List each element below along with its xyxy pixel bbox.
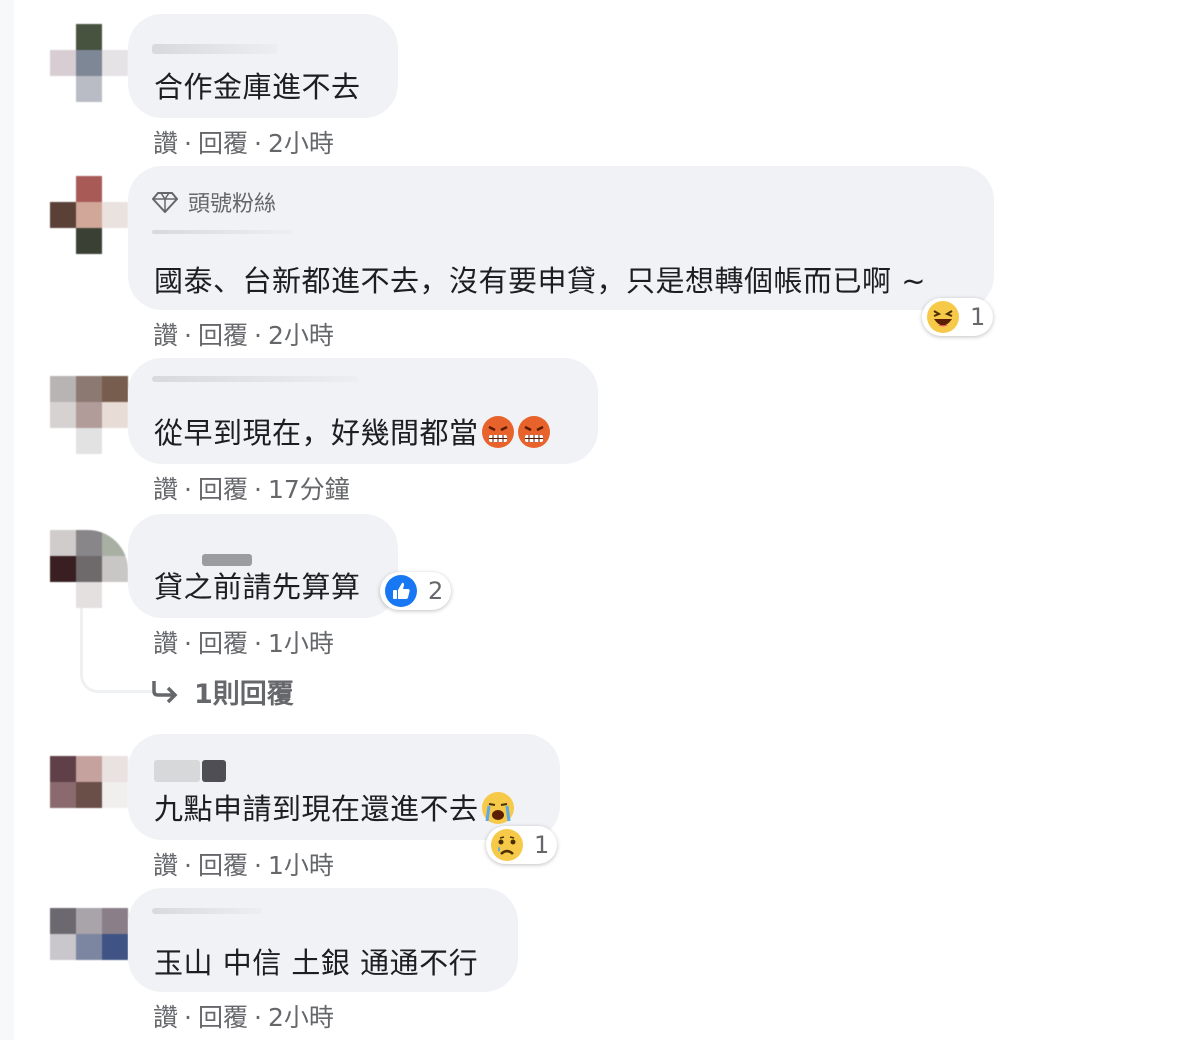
- comment-timestamp[interactable]: 2小時: [268, 321, 334, 350]
- comment-text-body: 九點申請到現在還進不去: [154, 792, 479, 826]
- comment-timestamp[interactable]: 1小時: [268, 629, 334, 658]
- view-replies-link[interactable]: 1則回覆: [150, 672, 294, 711]
- comment-timestamp[interactable]: 1小時: [268, 851, 334, 880]
- like-reaction-icon: [385, 575, 417, 607]
- replies-label: 1則回覆: [194, 679, 294, 710]
- like-link[interactable]: 讚: [153, 1003, 178, 1032]
- top-fan-label: 頭號粉絲: [188, 192, 277, 217]
- comment-timestamp[interactable]: 17分鐘: [268, 475, 350, 504]
- reaction-count: 1: [970, 303, 986, 331]
- reaction-summary[interactable]: 1: [922, 298, 994, 336]
- reaction-summary[interactable]: 1: [486, 826, 558, 864]
- separator-dot: ·: [184, 321, 192, 350]
- like-link[interactable]: 讚: [153, 129, 178, 158]
- comment-bubble: 合作金庫進不去: [128, 14, 398, 118]
- diamond-icon: [152, 192, 178, 213]
- reaction-count: 1: [534, 831, 550, 859]
- reply-link[interactable]: 回覆: [198, 629, 248, 658]
- avatar[interactable]: [50, 908, 128, 986]
- separator-dot: ·: [184, 475, 192, 504]
- separator-dot: ·: [253, 321, 262, 350]
- commenter-name-redacted[interactable]: [152, 230, 292, 234]
- reply-arrow-icon: [152, 680, 178, 703]
- commenter-name-redacted[interactable]: [154, 760, 200, 782]
- comment-timestamp[interactable]: 2小時: [268, 129, 334, 158]
- comment-text: 從早到現在，好幾間都當: [154, 410, 551, 456]
- comment-bubble: 玉山 中信 土銀 通通不行: [128, 888, 518, 992]
- comment-actions: 讚 · 回覆 · 2小時: [153, 124, 334, 160]
- avatar[interactable]: [50, 756, 128, 834]
- separator-dot: ·: [184, 1003, 192, 1032]
- commenter-name-redacted[interactable]: [152, 908, 262, 914]
- reply-link[interactable]: 回覆: [198, 321, 248, 350]
- comment-actions: 讚 · 回覆 · 2小時: [153, 998, 334, 1034]
- like-link[interactable]: 讚: [153, 629, 178, 658]
- sad-emoji-icon: [491, 829, 523, 861]
- reply-link[interactable]: 回覆: [198, 851, 248, 880]
- avatar[interactable]: [50, 530, 128, 608]
- comment-text: 貸之前請先算算: [154, 570, 361, 604]
- separator-dot: ·: [184, 851, 192, 880]
- avatar[interactable]: [50, 24, 128, 102]
- reaction-count: 2: [428, 577, 444, 605]
- comment-text-body: 從早到現在，好幾間都當: [154, 416, 479, 450]
- comment-actions: 讚 · 回覆 · 17分鐘: [153, 470, 350, 506]
- angry-face-icon: [481, 415, 515, 456]
- comment-bubble: 九點申請到現在還進不去: [128, 734, 560, 840]
- reply-link[interactable]: 回覆: [198, 1003, 248, 1032]
- top-fan-badge[interactable]: 頭號粉絲: [152, 186, 276, 218]
- comment-actions: 讚 · 回覆 · 1小時: [153, 846, 334, 882]
- commenter-name-redacted[interactable]: [152, 44, 278, 54]
- commenter-name-redacted[interactable]: [202, 760, 226, 782]
- haha-emoji-icon: [927, 301, 959, 333]
- separator-dot: ·: [184, 129, 192, 158]
- angry-face-icon: [517, 415, 551, 456]
- thread-connector: [80, 600, 153, 693]
- separator-dot: ·: [253, 629, 262, 658]
- separator-dot: ·: [253, 475, 262, 504]
- separator-dot: ·: [184, 629, 192, 658]
- separator-dot: ·: [253, 129, 262, 158]
- comment-text: 合作金庫進不去: [154, 70, 361, 104]
- like-link[interactable]: 讚: [153, 475, 178, 504]
- comment-text: 玉山 中信 土銀 通通不行: [154, 946, 479, 980]
- reply-link[interactable]: 回覆: [198, 475, 248, 504]
- like-link[interactable]: 讚: [153, 321, 178, 350]
- commenter-name-redacted[interactable]: [152, 376, 358, 382]
- comment-text: 九點申請到現在還進不去: [154, 786, 515, 832]
- comment-bubble: 從早到現在，好幾間都當: [128, 358, 598, 464]
- avatar[interactable]: [50, 376, 128, 454]
- comment-actions: 讚 · 回覆 · 1小時: [153, 624, 334, 660]
- comment-bubble: 頭號粉絲 國泰、台新都進不去，沒有要申貸，只是想轉個帳而已啊 ~: [128, 166, 994, 310]
- reply-link[interactable]: 回覆: [198, 129, 248, 158]
- comment-actions: 讚 · 回覆 · 2小時: [153, 316, 334, 352]
- comment-bubble: 貸之前請先算算: [128, 514, 398, 618]
- comment-timestamp[interactable]: 2小時: [268, 1003, 334, 1032]
- separator-dot: ·: [253, 1003, 262, 1032]
- avatar[interactable]: [50, 176, 128, 254]
- separator-dot: ·: [253, 851, 262, 880]
- comment-text: 國泰、台新都進不去，沒有要申貸，只是想轉個帳而已啊 ~: [154, 264, 927, 298]
- like-link[interactable]: 讚: [153, 851, 178, 880]
- reaction-summary[interactable]: 2: [380, 572, 452, 610]
